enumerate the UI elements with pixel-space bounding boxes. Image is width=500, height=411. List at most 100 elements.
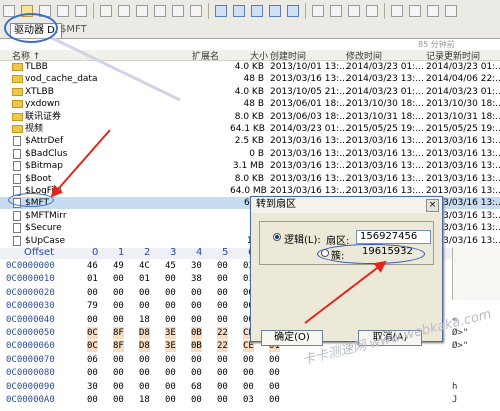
hex-byte[interactable]: 00: [165, 314, 176, 326]
replace-hex-icon[interactable]: [269, 5, 281, 17]
hex-byte[interactable]: 00: [191, 300, 202, 312]
hex-byte[interactable]: 46: [87, 260, 98, 272]
hex-byte[interactable]: 8F: [113, 327, 124, 339]
hex-byte[interactable]: 00: [217, 354, 228, 366]
hex-byte[interactable]: 00: [87, 287, 98, 299]
hex-byte[interactable]: 00: [191, 394, 202, 406]
hex-byte[interactable]: 00: [217, 287, 228, 299]
hex-byte[interactable]: 01: [139, 273, 150, 285]
hex-byte[interactable]: 00: [139, 354, 150, 366]
hex-byte[interactable]: 49: [113, 260, 124, 272]
find-replace-icon[interactable]: [233, 5, 245, 17]
hex-byte[interactable]: 79: [87, 300, 98, 312]
hex-byte[interactable]: 00: [217, 367, 228, 379]
hex-byte[interactable]: 00: [243, 354, 254, 366]
hex-byte[interactable]: 18: [139, 394, 150, 406]
hex-byte[interactable]: 00: [165, 354, 176, 366]
arrow-right-icon[interactable]: [312, 5, 324, 17]
hex-byte[interactable]: 00: [165, 381, 176, 393]
hex-byte[interactable]: 8F: [113, 340, 124, 353]
hex-byte[interactable]: 00: [113, 300, 124, 312]
hex-byte[interactable]: 4C: [139, 260, 150, 272]
file-row[interactable]: $BadClus 0 B 2013/03/16 13:... 2013/03/16 1…: [0, 148, 500, 160]
file-row[interactable]: vod_cache_data 48 B 2013/03/16 13:... 2014/…: [0, 73, 500, 85]
hex-byte[interactable]: 00: [165, 273, 176, 285]
sector-input[interactable]: 156927456: [356, 230, 431, 244]
undo-icon[interactable]: [100, 5, 112, 17]
go-back-icon[interactable]: [348, 5, 360, 17]
hex-byte[interactable]: 00: [217, 314, 228, 326]
file-row[interactable]: TLBB 4.0 KB 2013/10/01 13:... 2014/03/23 01…: [0, 61, 500, 73]
hex-byte[interactable]: 30: [87, 381, 98, 393]
file-row[interactable]: yxdown 48 B 2013/06/01 18:... 2013/10/30 18…: [0, 98, 500, 110]
file-row[interactable]: 视频 64.1 KB 2014/03/23 01:... 2015/05/25 19:…: [0, 123, 500, 135]
copy-icon[interactable]: [136, 5, 148, 17]
hex-byte[interactable]: 00: [113, 367, 124, 379]
hex-byte[interactable]: 00: [165, 394, 176, 406]
hex-byte[interactable]: 00: [87, 314, 98, 326]
file-row[interactable]: $Boot 8.0 KB 2013/03/16 13:... 2013/03/16 1…: [0, 173, 500, 185]
hex-byte[interactable]: 22: [217, 340, 228, 353]
close-icon[interactable]: ×: [426, 199, 439, 212]
ok-button[interactable]: 确定(O): [261, 330, 323, 346]
hex-byte[interactable]: 00: [165, 367, 176, 379]
hex-byte[interactable]: 00: [139, 367, 150, 379]
hex-byte[interactable]: 00: [139, 381, 150, 393]
hex-byte[interactable]: 0B: [191, 327, 202, 339]
hex-byte[interactable]: 00: [191, 314, 202, 326]
hex-byte[interactable]: 06: [87, 354, 98, 366]
hex-byte[interactable]: 00: [243, 367, 254, 379]
find-hex-icon[interactable]: [251, 5, 263, 17]
hex-byte[interactable]: 00: [191, 354, 202, 366]
go-to-offset-icon[interactable]: [330, 5, 342, 17]
hex-byte[interactable]: 00: [217, 394, 228, 406]
hex-byte[interactable]: 00: [217, 273, 228, 285]
hex-byte[interactable]: 00: [113, 314, 124, 326]
hex-byte[interactable]: 0C: [87, 327, 98, 339]
logical-radio[interactable]: [273, 233, 281, 241]
disk-open-icon[interactable]: [409, 5, 421, 17]
hex-byte[interactable]: 0B: [191, 340, 202, 353]
paste-icon[interactable]: [154, 5, 166, 17]
find-next-icon[interactable]: [287, 5, 299, 17]
hex-byte[interactable]: 00: [243, 381, 254, 393]
file-row[interactable]: XTLBB 4.0 KB 2013/10/05 21:... 2014/03/23 0…: [0, 86, 500, 98]
hex-byte[interactable]: 00: [165, 287, 176, 299]
file-row[interactable]: $Bitmap 3.1 MB 2013/03/16 13:... 2013/03/16…: [0, 160, 500, 172]
hex-byte[interactable]: 00: [87, 367, 98, 379]
hex-byte[interactable]: 00: [139, 287, 150, 299]
hex-byte[interactable]: 00: [191, 287, 202, 299]
hex-byte[interactable]: 00: [113, 287, 124, 299]
options-icon[interactable]: [445, 5, 457, 17]
hex-byte[interactable]: D8: [139, 327, 150, 339]
hex-byte[interactable]: 00: [113, 354, 124, 366]
hex-byte[interactable]: 18: [139, 314, 150, 326]
hex-byte[interactable]: 00: [269, 394, 280, 406]
hex-byte[interactable]: 3E: [165, 340, 176, 353]
hex-byte[interactable]: 3E: [165, 327, 176, 339]
hex-byte[interactable]: 00: [113, 381, 124, 393]
hex-byte[interactable]: CE: [243, 340, 254, 353]
hex-byte[interactable]: 00: [217, 260, 228, 272]
hex-byte[interactable]: 00: [113, 394, 124, 406]
hex-byte[interactable]: 00: [269, 354, 280, 366]
hex-byte[interactable]: 03: [243, 394, 254, 406]
hex-byte[interactable]: 00: [191, 367, 202, 379]
ram-icon[interactable]: [427, 5, 439, 17]
tab-mft[interactable]: $MFT: [57, 23, 90, 37]
find-icon[interactable]: [215, 5, 227, 17]
disk-icon[interactable]: [391, 5, 403, 17]
file-row[interactable]: 联讯证券 8.0 KB 2013/06/03 18:... 2013/10/31 18…: [0, 111, 500, 123]
hex-byte[interactable]: 00: [139, 300, 150, 312]
hex-byte[interactable]: 00: [217, 300, 228, 312]
new-file-icon[interactable]: [3, 5, 15, 17]
hex-byte[interactable]: 00: [269, 381, 280, 393]
hex-byte[interactable]: 00: [113, 273, 124, 285]
cut-icon[interactable]: [118, 5, 130, 17]
hex-byte[interactable]: D8: [139, 340, 150, 353]
hex-byte[interactable]: 30: [191, 260, 202, 272]
hex-byte[interactable]: 00: [269, 367, 280, 379]
hex-byte[interactable]: 00: [217, 381, 228, 393]
paste-special-icon[interactable]: [172, 5, 184, 17]
hex-byte[interactable]: 0C: [87, 340, 98, 353]
